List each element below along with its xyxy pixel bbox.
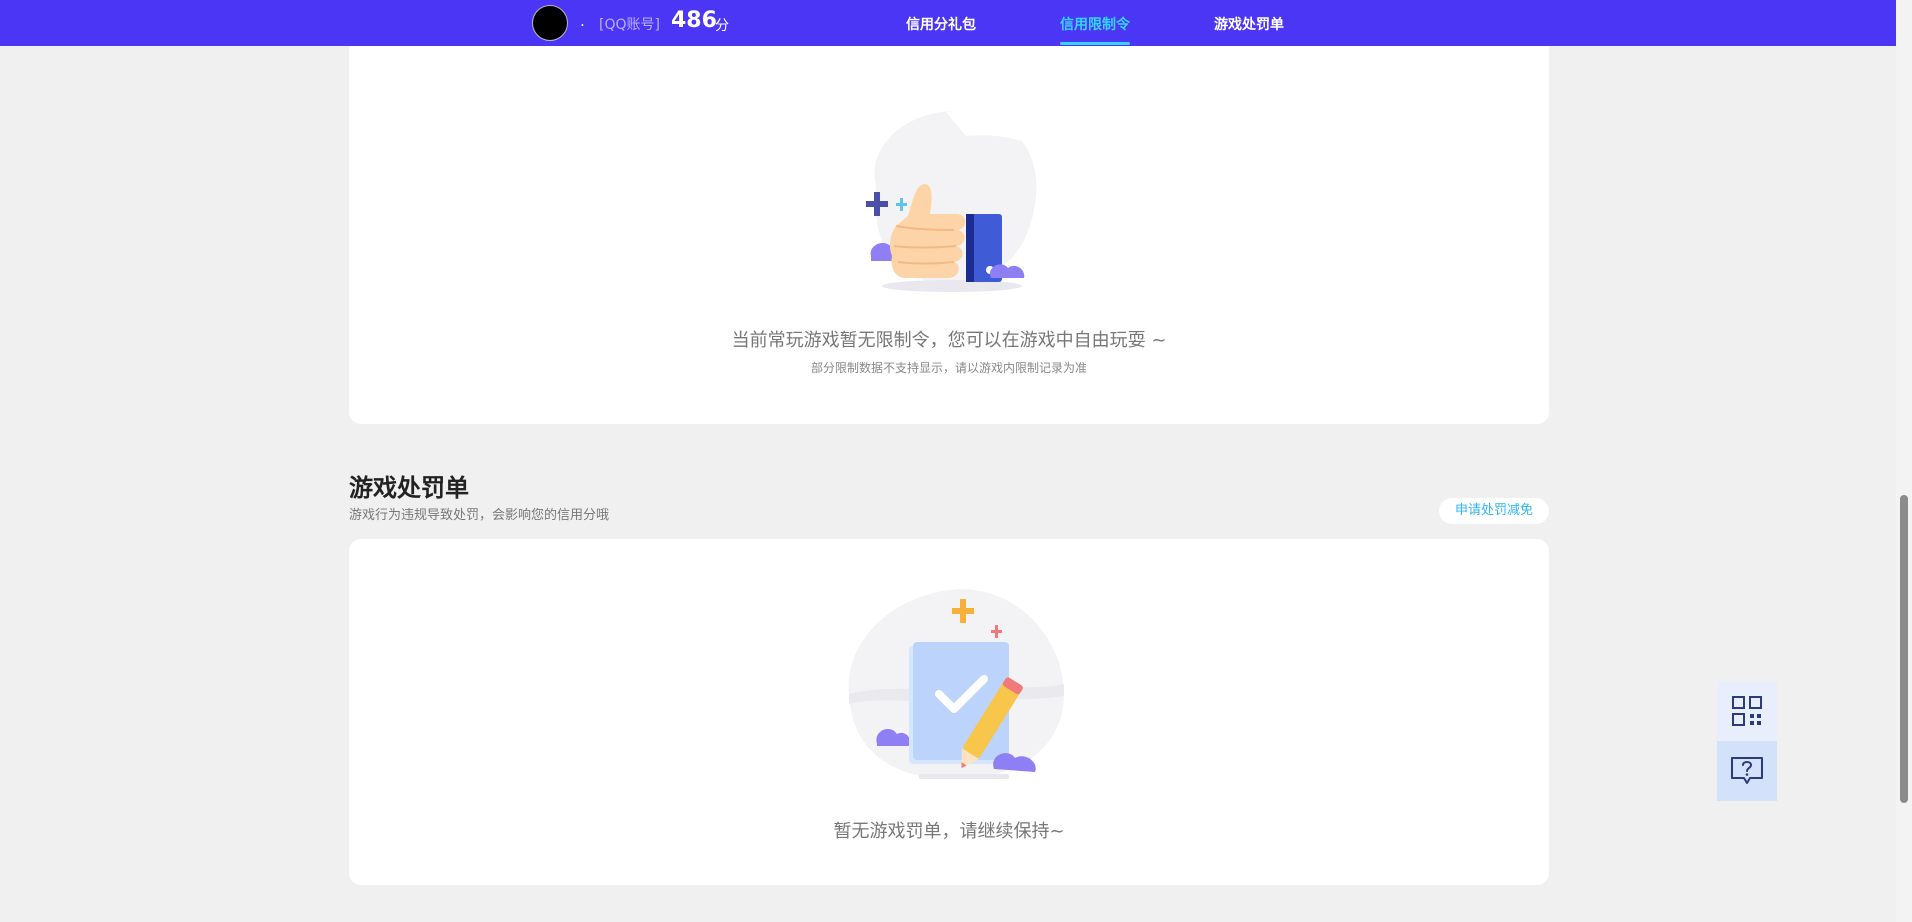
penalty-card: 暂无游戏罚单，请继续保持~ <box>349 539 1549 885</box>
apply-penalty-reduction-button[interactable]: 申请处罚减免 <box>1439 498 1549 524</box>
nickname: . <box>580 12 585 30</box>
nav-credit-gift[interactable]: 信用分礼包 <box>906 14 976 34</box>
qr-code-icon <box>1732 696 1762 726</box>
restriction-note: 部分限制数据不支持显示，请以游戏内限制记录为准 <box>810 361 1087 375</box>
restriction-card: 当前常玩游戏暂无限制令，您可以在游戏中自由玩耍 ~ 部分限制数据不支持显示，请以… <box>349 46 1549 424</box>
nav-game-penalty[interactable]: 游戏处罚单 <box>1214 14 1284 34</box>
avatar[interactable] <box>532 5 568 41</box>
page-scrollbar[interactable] <box>1896 0 1912 922</box>
top-header: . [QQ账号] 486 分 信用分礼包 信用限制令 游戏处罚单 <box>0 0 1896 46</box>
penalty-section-title: 游戏处罚单 <box>349 474 469 502</box>
scrollbar-thumb[interactable] <box>1900 495 1908 803</box>
score-unit: 分 <box>715 18 729 34</box>
nav-credit-restriction[interactable]: 信用限制令 <box>1060 14 1130 34</box>
credit-score: 486 <box>671 8 717 33</box>
restriction-empty-message: 当前常玩游戏暂无限制令，您可以在游戏中自由玩耍 ~ <box>731 330 1167 351</box>
penalty-section-description: 游戏行为违规导致处罚，会影响您的信用分哦 <box>349 508 610 523</box>
account-type: [QQ账号] <box>599 17 660 33</box>
help-button[interactable] <box>1717 741 1777 801</box>
nav-active-underline <box>1060 42 1130 45</box>
thumbs-up-illustration <box>866 110 1037 292</box>
qr-code-button[interactable] <box>1717 681 1777 741</box>
help-chat-icon <box>1731 757 1763 784</box>
checklist-illustration <box>848 589 1064 779</box>
penalty-empty-message: 暂无游戏罚单，请继续保持~ <box>833 821 1065 842</box>
